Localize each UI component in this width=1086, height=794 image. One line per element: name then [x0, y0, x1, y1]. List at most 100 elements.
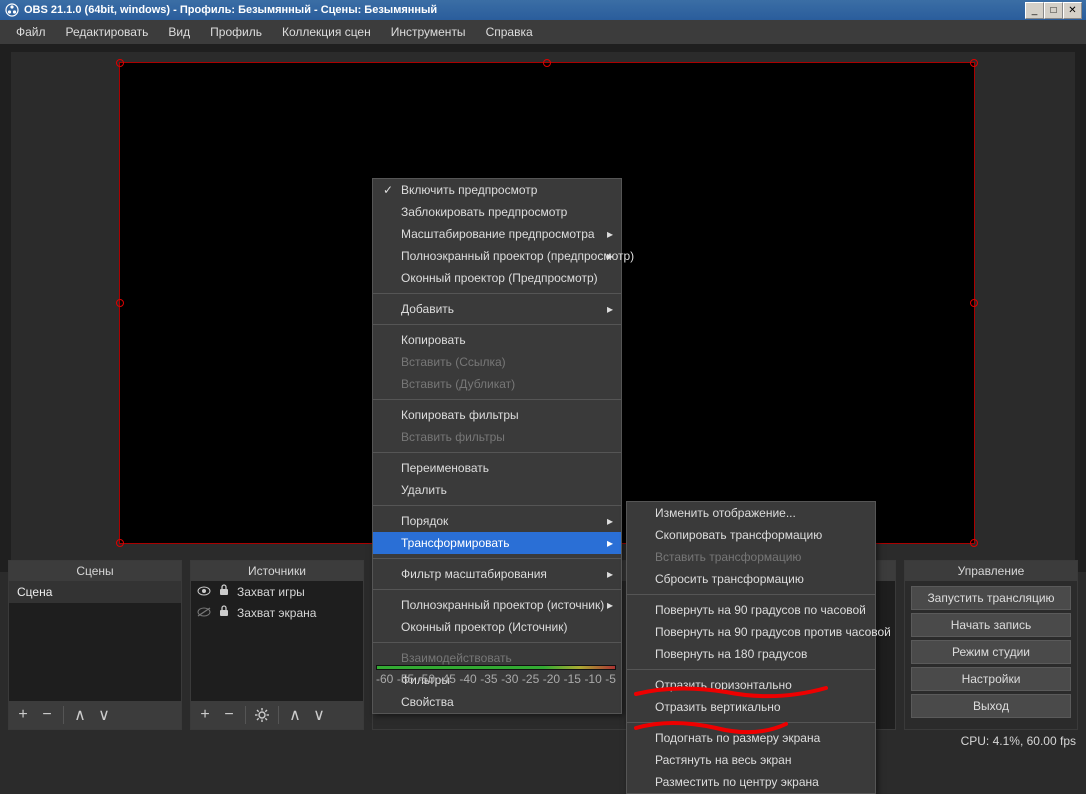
studio-mode-button[interactable]: Режим студии [911, 640, 1071, 664]
menu-item: Вставить трансформацию [627, 546, 875, 568]
add-scene-button[interactable]: + [13, 705, 33, 725]
window-title: OBS 21.1.0 (64bit, windows) - Профиль: Б… [24, 4, 1025, 16]
menu-item[interactable]: Повернуть на 180 градусов [627, 643, 875, 665]
eye-icon[interactable] [197, 585, 211, 599]
menu-item[interactable]: Полноэкранный проектор (предпросмотр)▸ [373, 245, 621, 267]
source-item[interactable]: Захват экрана [191, 602, 363, 623]
resize-handle[interactable] [970, 539, 978, 547]
menu-scene-collection[interactable]: Коллекция сцен [272, 21, 381, 43]
menu-item[interactable]: Изменить отображение... [627, 502, 875, 524]
move-down-button[interactable]: ∨ [309, 705, 329, 725]
menu-item[interactable]: Заблокировать предпросмотр [373, 201, 621, 223]
menu-item[interactable]: Включить предпросмотр✓ [373, 179, 621, 201]
menu-item[interactable]: Удалить [373, 479, 621, 501]
scenes-dock: Сцены Сцена + − ∧ ∨ [8, 560, 182, 730]
menu-file[interactable]: Файл [6, 21, 56, 43]
source-properties-button[interactable] [252, 705, 272, 725]
meter-tick: -50 [418, 672, 435, 686]
chevron-right-icon: ▸ [607, 536, 613, 550]
close-button[interactable]: ✕ [1063, 2, 1082, 19]
menu-edit[interactable]: Редактировать [56, 21, 159, 43]
menu-item[interactable]: Оконный проектор (Предпросмотр) [373, 267, 621, 289]
menu-item[interactable]: Повернуть на 90 градусов против часовой [627, 621, 875, 643]
resize-handle[interactable] [116, 539, 124, 547]
source-label: Захват экрана [237, 606, 316, 620]
move-up-button[interactable]: ∧ [285, 705, 305, 725]
menu-item: Вставить фильтры [373, 426, 621, 448]
remove-source-button[interactable]: − [219, 705, 239, 725]
dock-footer: + − ∧ ∨ [9, 701, 181, 729]
meter-tick: -20 [543, 672, 560, 686]
chevron-right-icon: ▸ [607, 227, 613, 241]
source-item[interactable]: Захват игры [191, 581, 363, 602]
meter-tick: -55 [397, 672, 414, 686]
menu-item[interactable]: Сбросить трансформацию [627, 568, 875, 590]
menu-item[interactable]: Скопировать трансформацию [627, 524, 875, 546]
scene-item[interactable]: Сцена [9, 581, 181, 603]
menu-item[interactable]: Трансформировать▸ [373, 532, 621, 554]
dock-header: Источники [191, 561, 363, 581]
menu-item[interactable]: Копировать [373, 329, 621, 351]
lock-icon[interactable] [217, 584, 231, 599]
chevron-right-icon: ▸ [607, 567, 613, 581]
resize-handle[interactable] [970, 299, 978, 307]
meter-tick: -25 [522, 672, 539, 686]
audio-meter: -60 -55 -50 -45 -40 -35 -30 -25 -20 -15 … [376, 665, 616, 686]
menu-item[interactable]: Оконный проектор (Источник) [373, 616, 621, 638]
chevron-right-icon: ▸ [607, 302, 613, 316]
menu-item[interactable]: Растянуть на весь экран [627, 749, 875, 771]
menu-view[interactable]: Вид [158, 21, 200, 43]
remove-scene-button[interactable]: − [37, 705, 57, 725]
menu-bar: Файл Редактировать Вид Профиль Коллекция… [0, 20, 1086, 44]
resize-handle[interactable] [116, 299, 124, 307]
add-source-button[interactable]: + [195, 705, 215, 725]
menu-item[interactable]: Переименовать [373, 457, 621, 479]
dock-header: Сцены [9, 561, 181, 581]
menu-profile[interactable]: Профиль [200, 21, 272, 43]
meter-tick: -15 [564, 672, 581, 686]
dock-body[interactable]: Захват игры Захват экрана [191, 581, 363, 701]
menu-tools[interactable]: Инструменты [381, 21, 476, 43]
start-recording-button[interactable]: Начать запись [911, 613, 1071, 637]
dock-body: Запустить трансляцию Начать запись Режим… [905, 581, 1077, 729]
resize-handle[interactable] [543, 59, 551, 67]
menu-item[interactable]: Разместить по центру экрана [627, 771, 875, 793]
window-buttons: _ □ ✕ [1025, 2, 1082, 19]
lock-icon[interactable] [217, 605, 231, 620]
controls-dock: Управление Запустить трансляцию Начать з… [904, 560, 1078, 730]
move-up-button[interactable]: ∧ [70, 705, 90, 725]
dock-footer: + − ∧ ∨ [191, 701, 363, 729]
chevron-right-icon: ▸ [607, 249, 613, 263]
menu-item[interactable]: Фильтр масштабирования▸ [373, 563, 621, 585]
menu-item[interactable]: Добавить▸ [373, 298, 621, 320]
resize-handle[interactable] [116, 59, 124, 67]
menu-item[interactable]: Полноэкранный проектор (источник)▸ [373, 594, 621, 616]
menu-item[interactable]: Порядок▸ [373, 510, 621, 532]
menu-item: Вставить (Дубликат) [373, 373, 621, 395]
menu-item[interactable]: Свойства [373, 691, 621, 713]
start-streaming-button[interactable]: Запустить трансляцию [911, 586, 1071, 610]
source-label: Захват игры [237, 585, 305, 599]
sources-dock: Источники Захват игры Захват экрана [190, 560, 364, 730]
eye-off-icon[interactable] [197, 606, 211, 620]
settings-button[interactable]: Настройки [911, 667, 1071, 691]
maximize-button[interactable]: □ [1044, 2, 1063, 19]
meter-tick: -45 [439, 672, 456, 686]
move-down-button[interactable]: ∨ [94, 705, 114, 725]
resize-handle[interactable] [970, 59, 978, 67]
exit-button[interactable]: Выход [911, 694, 1071, 718]
app-icon [4, 2, 20, 18]
context-menu: Включить предпросмотр✓Заблокировать пред… [372, 178, 622, 714]
context-submenu-transform: Изменить отображение...Скопировать транс… [626, 501, 876, 794]
dock-body[interactable]: Сцена [9, 581, 181, 701]
menu-help[interactable]: Справка [476, 21, 543, 43]
meter-tick: -5 [605, 672, 616, 686]
menu-item[interactable]: Копировать фильтры [373, 404, 621, 426]
minimize-button[interactable]: _ [1025, 2, 1044, 19]
meter-tick: -60 [376, 672, 393, 686]
dock-header: Управление [905, 561, 1077, 581]
chevron-right-icon: ▸ [607, 598, 613, 612]
menu-item[interactable]: Повернуть на 90 градусов по часовой [627, 599, 875, 621]
meter-tick: -10 [584, 672, 601, 686]
menu-item[interactable]: Масштабирование предпросмотра▸ [373, 223, 621, 245]
